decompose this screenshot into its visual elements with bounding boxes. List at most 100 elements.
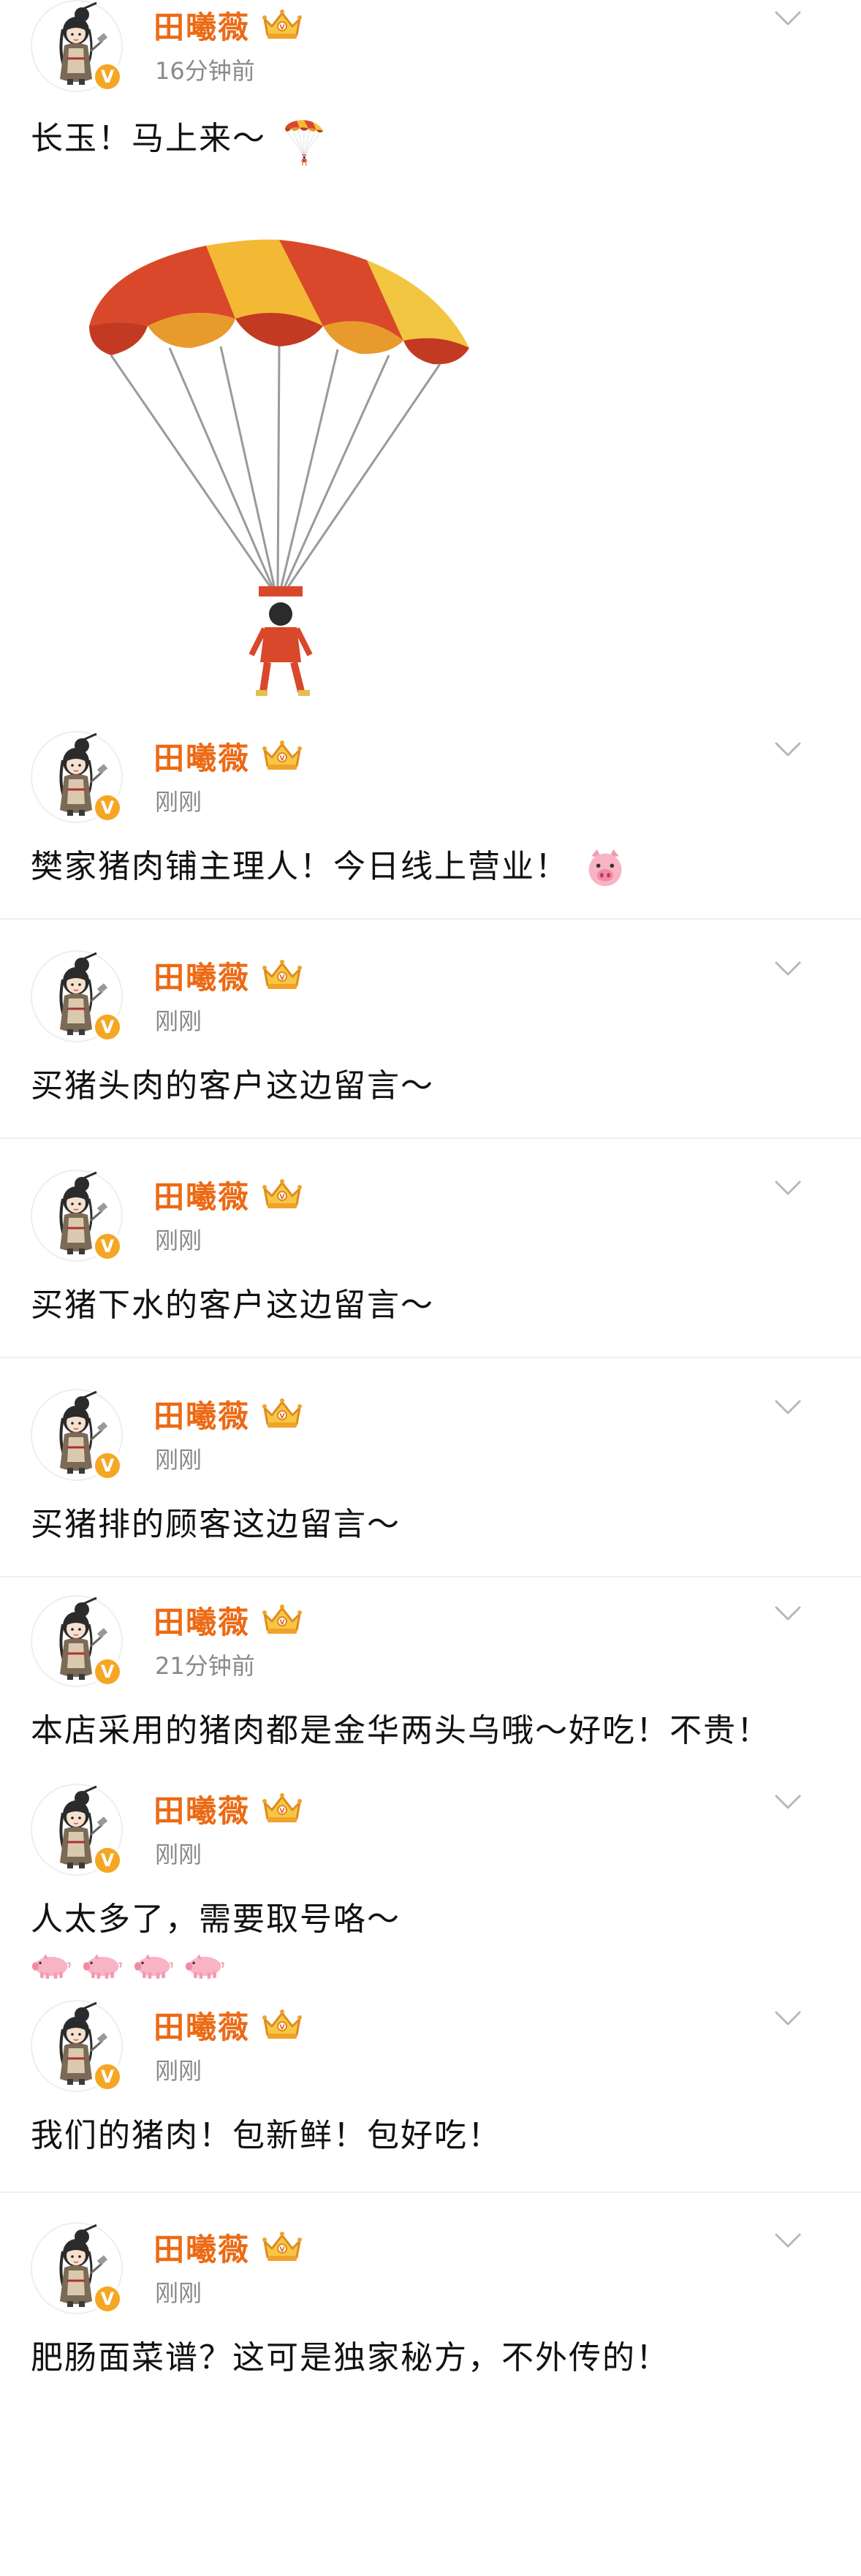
name-row: 田曦薇 <box>153 955 304 996</box>
post-item[interactable]: V 田曦薇 刚刚 我们的猪肉！包新鲜！包好吃！ <box>0 2000 861 2193</box>
post-time: 刚刚 <box>155 1227 202 1254</box>
pig-emoji <box>133 1952 174 1981</box>
post-text-content: 买猪下水的客户这边留言～ <box>31 1287 434 1324</box>
verified-badge-icon: V <box>92 61 123 92</box>
chevron-down-icon[interactable] <box>773 2231 803 2250</box>
name-row: 田曦薇 <box>153 4 304 45</box>
avatar[interactable]: V <box>31 1595 123 1687</box>
user-name[interactable]: 田曦薇 <box>153 734 250 779</box>
post-item[interactable]: V 田曦薇 刚刚 买猪头肉的客户这边留言～ <box>0 920 861 1139</box>
post-header: V 田曦薇 刚刚 <box>31 1170 830 1265</box>
name-row: 田曦薇 <box>153 1788 304 1829</box>
name-row: 田曦薇 <box>153 2227 304 2268</box>
post-text: 本店采用的猪肉都是金华两头乌哦～好吃！不贵！ <box>31 1690 830 1776</box>
crown-badge-icon[interactable] <box>260 1396 304 1431</box>
name-row: 田曦薇 <box>153 1599 304 1640</box>
post-time: 刚刚 <box>155 1007 202 1035</box>
avatar[interactable]: V <box>31 0 123 92</box>
post-item[interactable]: V 田曦薇 刚刚 肥肠面菜谱？这可是独家秘方，不外传的！ <box>0 2193 861 2409</box>
chevron-down-icon[interactable] <box>773 959 803 978</box>
post-text: 买猪头肉的客户这边留言～ <box>31 1045 830 1137</box>
post-text-content: 樊家猪肉铺主理人！今日线上营业！ <box>31 848 569 885</box>
post-time: 刚刚 <box>155 2279 202 2307</box>
post-item[interactable]: V 田曦薇 刚刚 人太多了，需要取号咯～ <box>0 1776 861 2000</box>
verified-badge-icon: V <box>92 2061 123 2092</box>
avatar[interactable]: V <box>31 2222 123 2314</box>
crown-badge-icon[interactable] <box>260 2007 304 2042</box>
parachute-emoji <box>282 114 326 167</box>
pig-face-emoji <box>585 848 626 889</box>
post-time: 刚刚 <box>155 1841 202 1868</box>
post-text-content: 我们的猪肉！包新鲜！包好吃！ <box>31 2117 501 2154</box>
post-text-content: 肥肠面菜谱？这可是独家秘方，不外传的！ <box>31 2339 670 2376</box>
crown-badge-icon[interactable] <box>260 7 304 42</box>
post-text-content: 长玉！马上来～ <box>31 120 266 157</box>
avatar[interactable]: V <box>31 1170 123 1262</box>
post-header: V 田曦薇 21分钟前 <box>31 1595 830 1690</box>
post-text: 肥肠面菜谱？这可是独家秘方，不外传的！ <box>31 2317 830 2409</box>
verified-badge-icon: V <box>92 792 123 823</box>
crown-badge-icon[interactable] <box>260 2230 304 2265</box>
post-text: 买猪排的顾客这边留言～ <box>31 1484 830 1576</box>
verified-badge-icon: V <box>92 1231 123 1262</box>
chevron-down-icon[interactable] <box>773 1604 803 1623</box>
name-row: 田曦薇 <box>153 1174 304 1215</box>
parachute-emoji <box>60 180 498 706</box>
post-header: V 田曦薇 刚刚 <box>31 1389 830 1484</box>
pig-emoji <box>31 1952 72 1981</box>
post-item[interactable]: V 田曦薇 16分钟前 长玉！马上来～ <box>0 0 861 706</box>
comment-feed: V 田曦薇 16分钟前 长玉！马上来～ V 田曦薇 刚刚 樊家猪肉铺主理人！今日… <box>0 0 861 2409</box>
post-time: 刚刚 <box>155 1446 202 1474</box>
verified-badge-icon: V <box>92 1450 123 1481</box>
post-header: V 田曦薇 16分钟前 <box>31 0 830 95</box>
crown-badge-icon[interactable] <box>260 1791 304 1826</box>
crown-badge-icon[interactable] <box>260 1602 304 1637</box>
post-text-content: 本店采用的猪肉都是金华两头乌哦～好吃！不贵！ <box>31 1712 770 1749</box>
post-time: 刚刚 <box>155 788 202 816</box>
post-time: 21分钟前 <box>155 1652 255 1680</box>
name-row: 田曦薇 <box>153 1393 304 1434</box>
user-name[interactable]: 田曦薇 <box>153 3 250 48</box>
chevron-down-icon[interactable] <box>773 2009 803 2028</box>
post-text: 我们的猪肉！包新鲜！包好吃！ <box>31 2095 830 2192</box>
verified-badge-icon: V <box>92 2284 123 2314</box>
chevron-down-icon[interactable] <box>773 740 803 759</box>
chevron-down-icon[interactable] <box>773 1398 803 1417</box>
post-header: V 田曦薇 刚刚 <box>31 731 830 826</box>
crown-badge-icon[interactable] <box>260 1177 304 1212</box>
chevron-down-icon[interactable] <box>773 9 803 28</box>
post-text-content: 买猪排的顾客这边留言～ <box>31 1506 401 1543</box>
avatar[interactable]: V <box>31 950 123 1042</box>
name-row: 田曦薇 <box>153 735 304 776</box>
crown-badge-icon[interactable] <box>260 738 304 773</box>
post-text: 买猪下水的客户这边留言～ <box>31 1265 830 1357</box>
avatar[interactable]: V <box>31 731 123 823</box>
post-item[interactable]: V 田曦薇 刚刚 买猪下水的客户这边留言～ <box>0 1139 861 1358</box>
post-item[interactable]: V 田曦薇 刚刚 买猪排的顾客这边留言～ <box>0 1358 861 1577</box>
verified-badge-icon: V <box>92 1012 123 1042</box>
user-name[interactable]: 田曦薇 <box>153 2225 250 2270</box>
user-name[interactable]: 田曦薇 <box>153 1173 250 1217</box>
pig-emoji <box>82 1952 123 1981</box>
user-name[interactable]: 田曦薇 <box>153 1598 250 1643</box>
post-time: 16分钟前 <box>155 57 255 85</box>
post-item[interactable]: V 田曦薇 刚刚 樊家猪肉铺主理人！今日线上营业！ <box>0 731 861 920</box>
chevron-down-icon[interactable] <box>773 1792 803 1811</box>
avatar[interactable]: V <box>31 2000 123 2092</box>
user-name[interactable]: 田曦薇 <box>153 1787 250 1831</box>
pig-emoji <box>184 1952 225 1981</box>
user-name[interactable]: 田曦薇 <box>153 953 250 998</box>
post-time: 刚刚 <box>155 2057 202 2085</box>
user-name[interactable]: 田曦薇 <box>153 2003 250 2047</box>
post-text: 樊家猪肉铺主理人！今日线上营业！ <box>31 826 830 918</box>
chevron-down-icon[interactable] <box>773 1178 803 1197</box>
crown-badge-icon[interactable] <box>260 958 304 993</box>
avatar[interactable]: V <box>31 1389 123 1481</box>
post-item[interactable]: V 田曦薇 21分钟前 本店采用的猪肉都是金华两头乌哦～好吃！不贵！ <box>0 1577 861 1776</box>
user-name[interactable]: 田曦薇 <box>153 1392 250 1436</box>
post-header: V 田曦薇 刚刚 <box>31 1784 830 1879</box>
verified-badge-icon: V <box>92 1845 123 1876</box>
pig-emoji-row <box>31 1952 830 2000</box>
avatar[interactable]: V <box>31 1784 123 1876</box>
post-header: V 田曦薇 刚刚 <box>31 950 830 1045</box>
